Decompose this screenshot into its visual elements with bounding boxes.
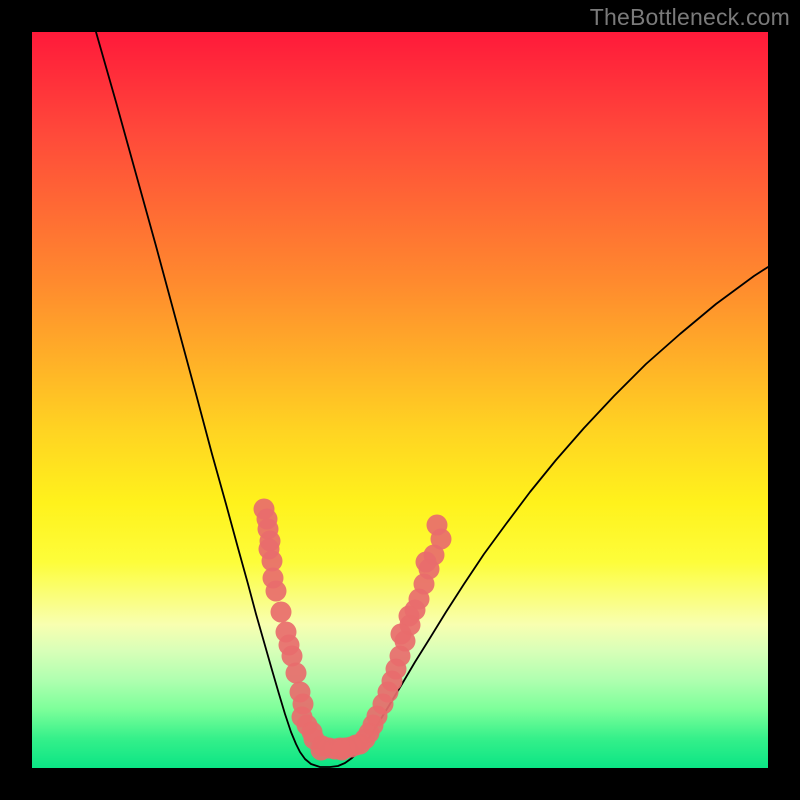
outer-frame: TheBottleneck.com — [0, 0, 800, 800]
watermark-label: TheBottleneck.com — [590, 4, 790, 31]
plot-area — [32, 32, 768, 768]
scatter-points — [32, 32, 768, 768]
